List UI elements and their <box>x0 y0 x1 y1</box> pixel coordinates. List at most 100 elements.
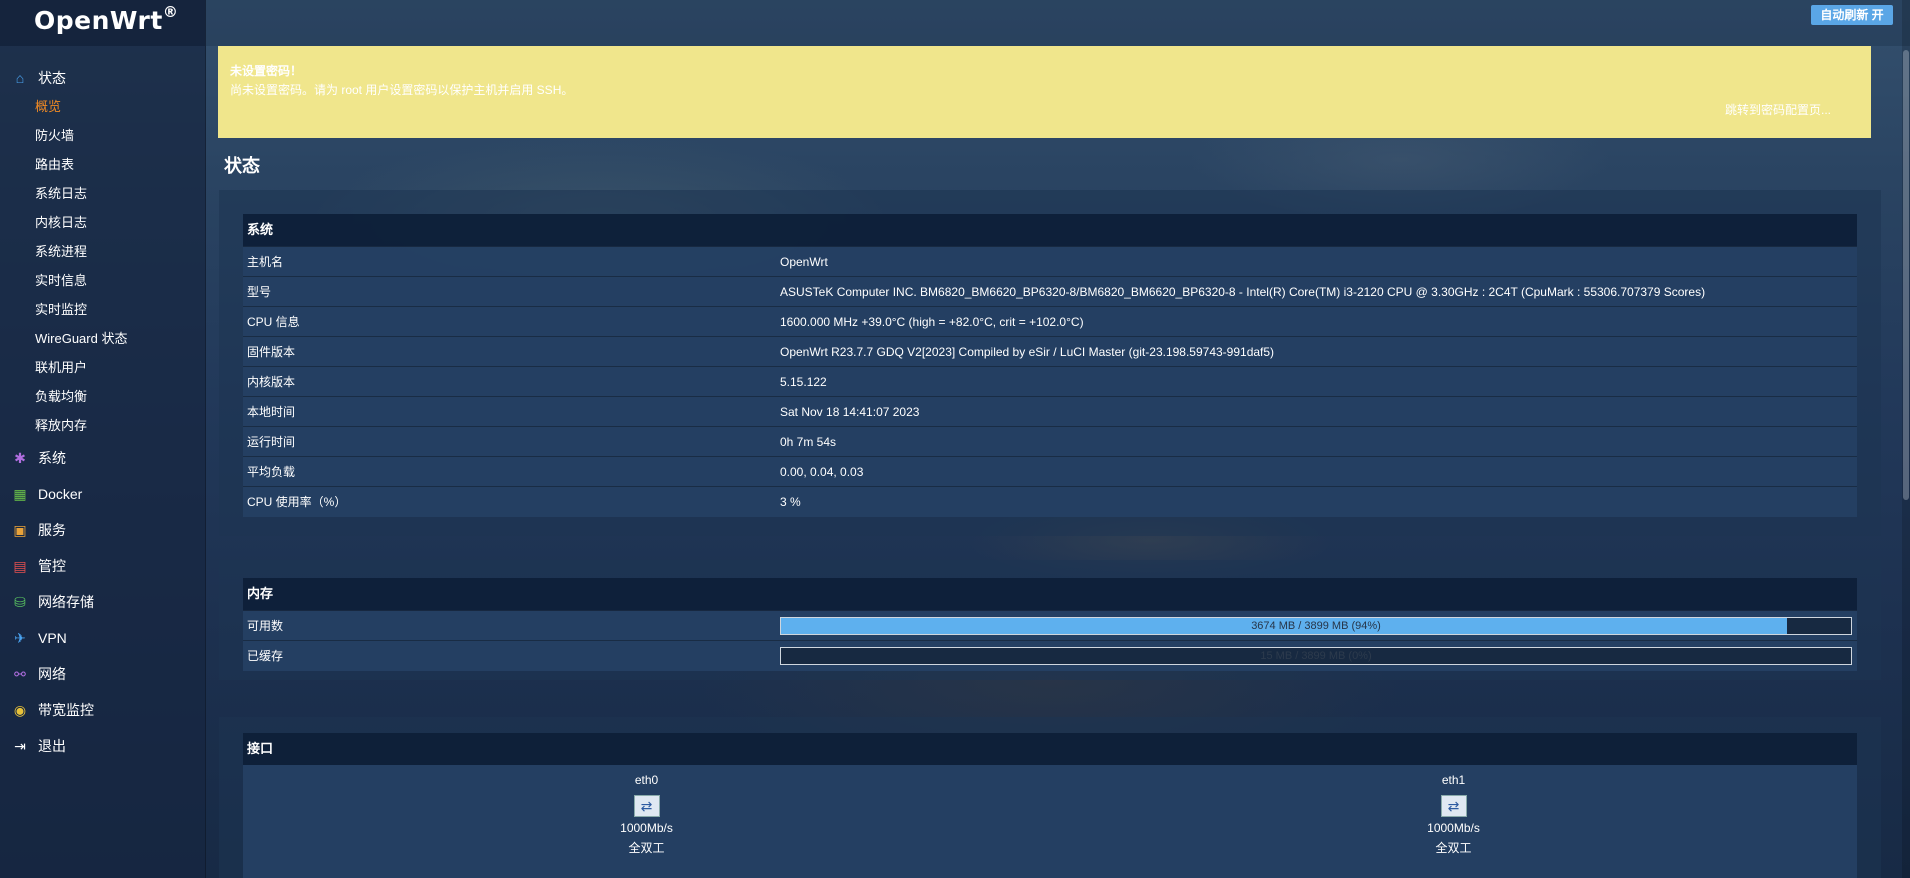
page-title: 状态 <box>224 156 260 176</box>
row-key: 固件版本 <box>243 336 776 367</box>
table-row: CPU 信息 1600.000 MHz +39.0°C (high = +82.0… <box>243 306 1857 337</box>
sidebar-item[interactable]: 释放内存 <box>0 411 205 440</box>
sidebar-item[interactable]: 内核日志 <box>0 208 205 237</box>
sidebar-item[interactable]: 概览 <box>0 92 205 121</box>
interface-speed: 1000Mb/s <box>1427 821 1480 835</box>
row-key: 可用数 <box>243 610 776 641</box>
alert-title: 未设置密码！ <box>230 64 303 78</box>
sidebar-category-label: 状态 <box>38 70 66 86</box>
table-row: 主机名 OpenWrt <box>243 246 1857 277</box>
table-row: 可用数 3674 MB / 3899 MB (94%) <box>243 610 1857 641</box>
row-value: 0h 7m 54s <box>776 426 1857 457</box>
password-warning-alert: 未设置密码！ 尚未设置密码。请为 root 用户设置密码以保护主机并启用 SSH… <box>218 46 1871 138</box>
service-icon: ▣ <box>13 521 27 538</box>
system-heading: 系统 <box>243 214 1857 246</box>
bandwidth-icon: ◉ <box>13 701 27 718</box>
row-key: 主机名 <box>243 246 776 277</box>
row-key: 运行时间 <box>243 426 776 457</box>
sidebar-category-label: 管控 <box>38 558 66 574</box>
interfaces-list: eth0 ⇄ 1000Mb/s 全双工 eth1 ⇄ 1000Mb/s 全双工 <box>243 765 1857 878</box>
storage-icon: ⛁ <box>14 593 26 610</box>
sidebar-item[interactable]: 防火墙 <box>0 121 205 150</box>
sidebar-category-label: 带宽监控 <box>38 702 94 718</box>
row-key: CPU 信息 <box>243 306 776 337</box>
sidebar: OpenWrt® ⌂ 状态概览 防火墙 路由表 系统日志 内核日志 系统进程 实时信息 实时监控… <box>0 0 206 878</box>
sidebar-category[interactable]: ◉ 带宽监控 <box>0 692 205 728</box>
ethernet-port-icon: ⇄ <box>633 795 660 817</box>
sidebar-item[interactable]: 联机用户 <box>0 353 205 382</box>
gear-icon: ✱ <box>14 449 26 466</box>
table-row: 本地时间 Sat Nov 18 14:41:07 2023 <box>243 396 1857 427</box>
interface-name: eth1 <box>1441 773 1466 787</box>
interface-duplex: 全双工 <box>1435 841 1472 855</box>
network-icon: ⚯ <box>14 665 26 682</box>
top-bar <box>206 0 1910 46</box>
sidebar-item[interactable]: 系统日志 <box>0 179 205 208</box>
row-key: 已缓存 <box>243 640 776 671</box>
memory-panel: 内存 可用数 3674 MB / 3899 MB (94%) 已缓存 15 MB / … <box>219 560 1881 680</box>
row-value: 1600.000 MHz +39.0°C (high = +82.0°C, cr… <box>776 306 1857 337</box>
interfaces-section: 接口 eth0 ⇄ 1000Mb/s 全双工 eth1 ⇄ 1000Mb/s 全双工 <box>243 733 1857 878</box>
sidebar-category[interactable]: ✈ VPN <box>0 620 205 656</box>
interfaces-heading: 接口 <box>243 733 1857 765</box>
interface-item: eth0 ⇄ 1000Mb/s 全双工 <box>587 773 707 878</box>
table-row: 固件版本 OpenWrt R23.7.7 GDQ V2[2023] Compile… <box>243 336 1857 367</box>
row-value: OpenWrt <box>776 246 1857 277</box>
sidebar-category[interactable]: ▤ 管控 <box>0 548 205 584</box>
sidebar-category[interactable]: ⌂ 状态 <box>0 68 205 88</box>
password-config-link[interactable]: 跳转到密码配置页... <box>1725 101 1831 118</box>
sidebar-category[interactable]: ▣ 服务 <box>0 512 205 548</box>
sidebar-item[interactable]: 系统进程 <box>0 237 205 266</box>
sidebar-category-label: 退出 <box>38 738 66 754</box>
sidebar-category[interactable]: ⇥ 退出 <box>0 728 205 764</box>
sidebar-category[interactable]: ✱ 系统 <box>0 440 205 476</box>
table-row: 内核版本 5.15.122 <box>243 366 1857 397</box>
sidebar-item[interactable]: 负载均衡 <box>0 382 205 411</box>
ethernet-port-icon: ⇄ <box>1440 795 1467 817</box>
row-value: OpenWrt R23.7.7 GDQ V2[2023] Compiled by… <box>776 336 1857 367</box>
row-key: 内核版本 <box>243 366 776 397</box>
sidebar-item[interactable]: 实时信息 <box>0 266 205 295</box>
row-value: ASUSTeK Computer INC. BM6820_BM6620_BP63… <box>776 276 1857 307</box>
sidebar-menu: ⌂ 状态概览 防火墙 路由表 系统日志 内核日志 系统进程 实时信息 实时监控 WireGuard… <box>0 68 205 764</box>
sidebar-category-label: Docker <box>38 486 83 502</box>
sidebar-item[interactable]: 实时监控 <box>0 295 205 324</box>
sidebar-category-label: 网络存储 <box>38 594 94 610</box>
sidebar-category[interactable]: ▦ Docker <box>0 476 205 512</box>
table-row: 运行时间 0h 7m 54s <box>243 426 1857 457</box>
row-value: 3674 MB / 3899 MB (94%) <box>776 610 1857 641</box>
sidebar-submenu: 概览 防火墙 路由表 系统日志 内核日志 系统进程 实时信息 实时监控 WireGuard 状态… <box>0 92 205 440</box>
row-value: 5.15.122 <box>776 366 1857 397</box>
memory-progress-bar: 3674 MB / 3899 MB (94%) <box>780 616 1852 635</box>
row-value: 0.00, 0.04, 0.03 <box>776 456 1857 487</box>
interface-speed: 1000Mb/s <box>620 821 673 835</box>
memory-section: 内存 可用数 3674 MB / 3899 MB (94%) 已缓存 15 MB / … <box>243 578 1857 671</box>
home-icon: ⌂ <box>15 70 25 86</box>
page-scrollbar[interactable] <box>1902 0 1910 878</box>
sidebar-category[interactable]: ⚯ 网络 <box>0 656 205 692</box>
row-key: 型号 <box>243 276 776 307</box>
app-logo[interactable]: OpenWrt® <box>0 0 205 46</box>
table-row: 型号 ASUSTeK Computer INC. BM6820_BM6620_BP… <box>243 276 1857 307</box>
progress-text: 15 MB / 3899 MB (0%) <box>1260 649 1372 662</box>
row-value: Sat Nov 18 14:41:07 2023 <box>776 396 1857 427</box>
sidebar-item[interactable]: 路由表 <box>0 150 205 179</box>
logout-icon: ⇥ <box>14 737 26 754</box>
interface-duplex: 全双工 <box>628 841 665 855</box>
row-key: 本地时间 <box>243 396 776 427</box>
sidebar-category[interactable]: ⛁ 网络存储 <box>0 584 205 620</box>
alert-message: 尚未设置密码。请为 root 用户设置密码以保护主机并启用 SSH。 <box>230 83 574 97</box>
docker-icon: ▦ <box>13 485 27 502</box>
memory-progress-bar: 15 MB / 3899 MB (0%) <box>780 646 1852 665</box>
auto-refresh-toggle-button[interactable]: 自动刷新 开 <box>1811 5 1893 25</box>
table-row: 平均负载 0.00, 0.04, 0.03 <box>243 456 1857 487</box>
sidebar-item[interactable]: WireGuard 状态 <box>0 324 205 353</box>
control-icon: ▤ <box>13 557 27 574</box>
memory-heading: 内存 <box>243 578 1857 610</box>
scrollbar-thumb[interactable] <box>1903 50 1909 500</box>
system-panel: 系统 主机名 OpenWrt 型号 ASUSTeK Computer INC. BM6… <box>219 190 1881 536</box>
interface-item: eth1 ⇄ 1000Mb/s 全双工 <box>1394 773 1514 878</box>
sidebar-category-label: 服务 <box>38 522 66 538</box>
interfaces-panel: 接口 eth0 ⇄ 1000Mb/s 全双工 eth1 ⇄ 1000Mb/s 全双工 <box>219 717 1881 878</box>
row-value: 3 % <box>776 486 1857 517</box>
